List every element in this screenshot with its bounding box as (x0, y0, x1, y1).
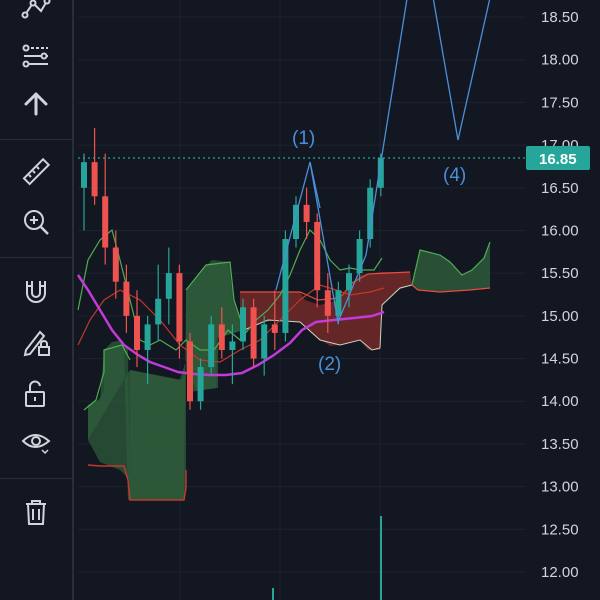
price-axis-label: 14.00 (541, 393, 579, 410)
candle-bullish (165, 273, 172, 299)
candle-bearish (112, 247, 119, 282)
eye-icon (21, 434, 51, 455)
candle-bullish (155, 298, 162, 325)
indicator-tool-button[interactable] (12, 34, 60, 78)
price-axis-label: 13.50 (541, 436, 579, 453)
price-axis-label: 13.00 (541, 479, 579, 496)
candle-bearish (303, 204, 310, 222)
lock-drawing-icon (23, 330, 50, 357)
candle-bearish (271, 324, 278, 333)
lock-drawings-button[interactable] (12, 320, 60, 364)
pattern-tool-button[interactable] (12, 0, 60, 30)
volume-bar (380, 516, 382, 600)
candle-bearish (102, 196, 109, 248)
price-axis-label: 14.50 (541, 351, 579, 368)
wave-label-2: (2) (318, 354, 341, 375)
price-axis[interactable]: 18.5018.0017.5017.0016.5016.0015.5015.00… (541, 9, 579, 581)
candle-bearish (324, 290, 331, 316)
indicator-tool-icon (22, 44, 48, 68)
zoom-in-button[interactable] (12, 200, 60, 244)
price-axis-label: 15.50 (541, 265, 579, 282)
candle-bullish (81, 162, 87, 188)
visibility-button[interactable] (12, 420, 60, 464)
candle-bearish (123, 281, 130, 316)
volume-bar (272, 588, 274, 600)
price-axis-label: 15.00 (541, 308, 579, 325)
wave-label-1: (1) (292, 128, 315, 149)
unlock-button[interactable] (12, 372, 60, 416)
price-axis-label: 12.50 (541, 521, 579, 538)
price-axis-label: 18.50 (541, 9, 579, 26)
candle-bearish (250, 307, 257, 359)
pattern-tool-icon (21, 0, 51, 19)
magnet-button[interactable] (12, 270, 60, 314)
candle-bullish (356, 239, 363, 274)
remove-drawings-button[interactable] (12, 490, 60, 534)
candle-bearish (176, 273, 183, 342)
candle-bullish (229, 341, 236, 350)
candle-bearish (91, 162, 98, 197)
ruler-icon (22, 157, 51, 186)
price-axis-label: 17.50 (541, 94, 579, 111)
elliott-wave-line-2 (309, 161, 321, 209)
candle-bullish (208, 324, 215, 368)
candle-bearish (314, 221, 321, 291)
candle-bearish (218, 324, 225, 350)
current-price-tag: 16.85 (526, 146, 590, 170)
price-axis-label: 16.50 (541, 180, 579, 197)
candle-bullish (144, 324, 151, 350)
trash-icon (26, 500, 46, 525)
candle-bearish (187, 341, 193, 402)
wave-label-4: (4) (443, 165, 466, 186)
price-axis-label: 12.00 (541, 564, 579, 581)
price-axis-label: 18.00 (541, 52, 579, 69)
candle-bullish (240, 307, 246, 342)
future-cloud (412, 242, 490, 292)
drawing-toolbar (0, 0, 74, 600)
unlock-icon (25, 380, 45, 407)
zoom-in-icon (24, 210, 49, 235)
candle-bullish (346, 273, 352, 291)
arrow-up-icon (24, 92, 48, 116)
arrow-tool-button[interactable] (12, 82, 60, 126)
price-chart[interactable]: (1) (2) (4) 18.5018.0017.5017.0016.5016.… (74, 0, 600, 600)
magnet-icon (26, 281, 46, 303)
measure-button[interactable] (12, 150, 60, 194)
svg-text:16.85: 16.85 (539, 151, 577, 168)
candle-bullish (197, 367, 204, 402)
candle-bearish (134, 315, 140, 350)
price-axis-label: 16.00 (541, 222, 579, 239)
candle-bullish (261, 324, 268, 359)
